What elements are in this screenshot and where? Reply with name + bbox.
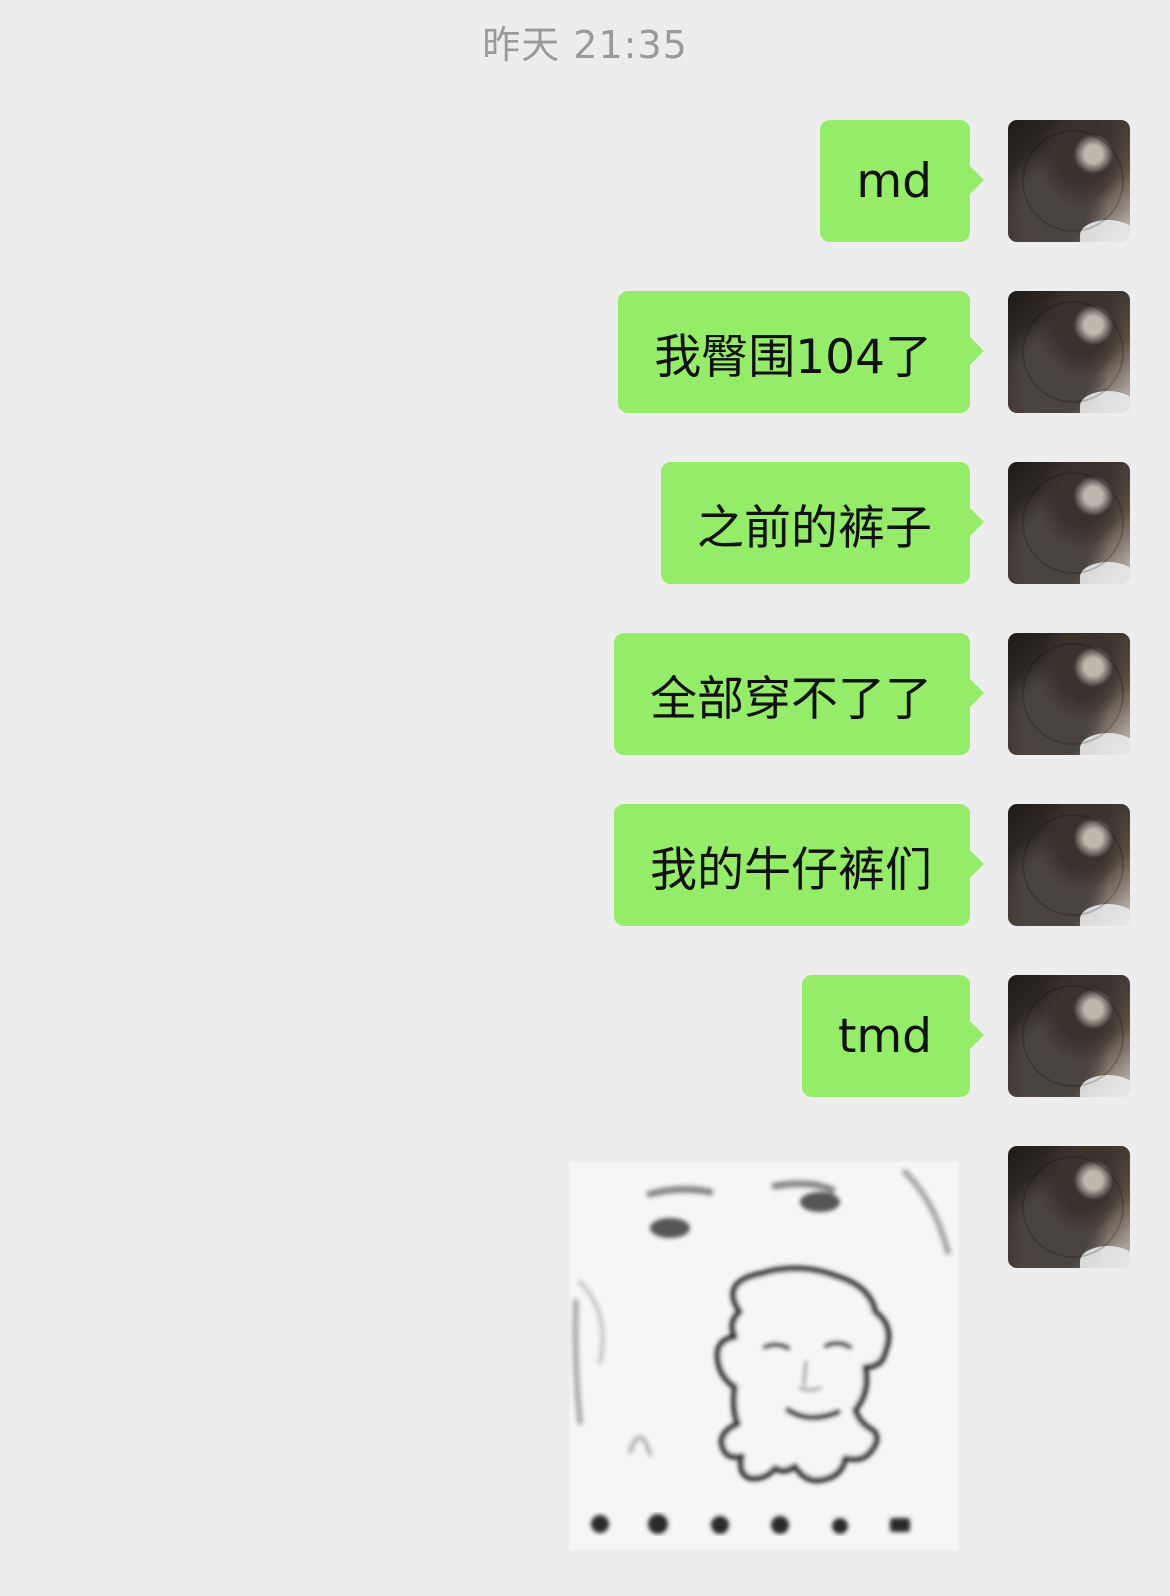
user-avatar[interactable] [1008,804,1130,926]
sticker-drawing [572,1169,951,1534]
user-avatar[interactable] [1008,462,1130,584]
message-row: 全部穿不了了 [0,633,1170,755]
meme-sticker[interactable] [570,1162,958,1550]
message-row: md [0,120,1170,242]
user-avatar[interactable] [1008,120,1130,242]
message-bubble[interactable]: md [820,120,984,242]
message-row: 之前的裤子 [0,462,1170,584]
message-bubble[interactable]: tmd [801,975,985,1097]
message-row: 我的牛仔裤们 [0,804,1170,926]
user-avatar[interactable] [1008,633,1130,755]
user-avatar[interactable] [1008,1146,1130,1268]
message-bubble[interactable]: 我臀围104了 [618,291,984,413]
user-avatar[interactable] [1008,975,1130,1097]
message-row: tmd [0,975,1170,1097]
message-bubble[interactable]: 之前的裤子 [661,462,984,584]
user-avatar[interactable] [1008,291,1130,413]
timestamp: 昨天 21:35 [482,23,688,67]
message-row: 我臀围104了 [0,291,1170,413]
message-bubble[interactable]: 我的牛仔裤们 [614,804,984,926]
message-bubble[interactable]: 全部穿不了了 [614,633,984,755]
